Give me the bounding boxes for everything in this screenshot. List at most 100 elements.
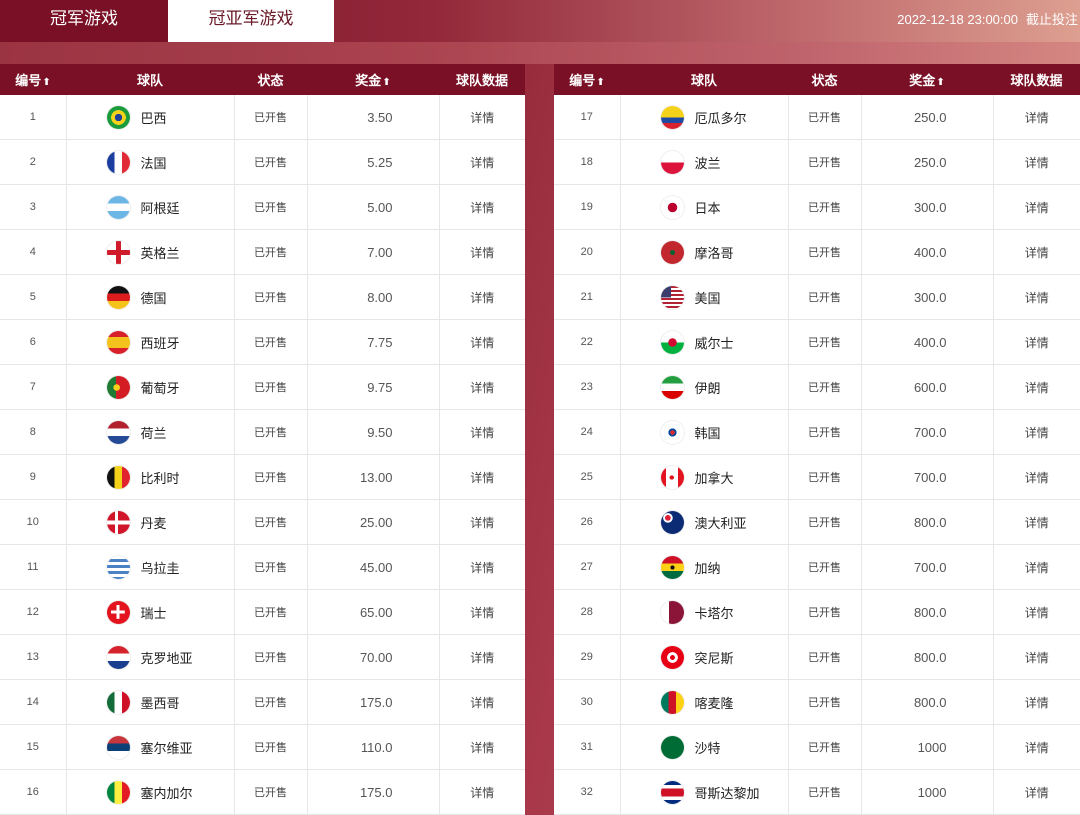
col-prize-header[interactable]: 奖金⬆ <box>307 64 439 95</box>
prize-value: 800.0 <box>861 679 994 725</box>
team-number: 25 <box>554 454 621 500</box>
korea-flag-icon <box>660 420 684 444</box>
team-number: 2 <box>0 139 67 185</box>
spain-flag-icon <box>106 330 130 354</box>
col-num-header[interactable]: 编号⬆ <box>0 64 66 95</box>
team-cell: 英格兰 <box>66 229 235 275</box>
details-link[interactable]: 详情 <box>993 724 1080 770</box>
team-number: 17 <box>554 95 621 140</box>
details-link[interactable]: 详情 <box>993 364 1080 410</box>
details-link[interactable]: 详情 <box>439 544 525 590</box>
team-number: 6 <box>0 319 67 365</box>
sale-status: 已开售 <box>788 229 862 275</box>
tunisia-flag-icon <box>660 645 684 669</box>
details-link[interactable]: 详情 <box>439 319 525 365</box>
prize-value: 13.00 <box>307 454 440 500</box>
details-link[interactable]: 详情 <box>439 184 525 230</box>
details-link[interactable]: 详情 <box>439 769 525 815</box>
details-link[interactable]: 详情 <box>439 454 525 500</box>
details-link[interactable]: 详情 <box>439 95 525 140</box>
team-name: 英格兰 <box>140 245 180 261</box>
sale-status: 已开售 <box>788 724 862 770</box>
details-link[interactable]: 详情 <box>439 499 525 545</box>
team-name: 加拿大 <box>694 470 734 486</box>
qatar-flag-icon <box>660 600 684 624</box>
senegal-flag-icon <box>106 780 130 804</box>
details-link[interactable]: 详情 <box>993 139 1080 185</box>
team-number: 22 <box>554 319 621 365</box>
ghana-flag-icon <box>660 555 684 579</box>
sort-arrow-icon: ⬆ <box>596 77 605 88</box>
details-link[interactable]: 详情 <box>439 274 525 320</box>
prize-value: 300.0 <box>861 274 994 320</box>
team-number: 27 <box>554 544 621 590</box>
prize-value: 700.0 <box>861 544 994 590</box>
sale-status: 已开售 <box>788 364 862 410</box>
sort-arrow-icon: ⬆ <box>382 77 391 88</box>
details-link[interactable]: 详情 <box>993 679 1080 725</box>
sale-status: 已开售 <box>234 274 308 320</box>
header-stripe <box>0 42 1080 64</box>
team-cell: 喀麦隆 <box>620 679 789 725</box>
sale-status: 已开售 <box>788 274 862 320</box>
sale-status: 已开售 <box>788 499 862 545</box>
prize-value: 250.0 <box>861 139 994 185</box>
table-row: 28 卡塔尔 已开售 800.0 详情 <box>554 589 1080 635</box>
details-link[interactable]: 详情 <box>439 139 525 185</box>
prize-value: 800.0 <box>861 634 994 680</box>
team-cell: 瑞士 <box>66 589 235 635</box>
details-link[interactable]: 详情 <box>439 679 525 725</box>
details-link[interactable]: 详情 <box>993 499 1080 545</box>
details-link[interactable]: 详情 <box>439 364 525 410</box>
prize-value: 70.00 <box>307 634 440 680</box>
sale-status: 已开售 <box>234 499 308 545</box>
team-number: 18 <box>554 139 621 185</box>
details-link[interactable]: 详情 <box>439 229 525 275</box>
team-name: 卡塔尔 <box>694 605 734 621</box>
tab-champion-runnerup-game[interactable]: 冠亚军游戏 <box>168 0 334 42</box>
details-link[interactable]: 详情 <box>993 409 1080 455</box>
sale-status: 已开售 <box>234 724 308 770</box>
details-link[interactable]: 详情 <box>439 724 525 770</box>
col-num-header[interactable]: 编号⬆ <box>554 64 620 95</box>
team-cell: 哥斯达黎加 <box>620 769 789 815</box>
table-row: 22 威尔士 已开售 400.0 详情 <box>554 319 1080 365</box>
team-cell: 波兰 <box>620 139 789 185</box>
details-link[interactable]: 详情 <box>993 634 1080 680</box>
sale-status: 已开售 <box>234 364 308 410</box>
details-link[interactable]: 详情 <box>993 95 1080 140</box>
serbia-flag-icon <box>106 735 130 759</box>
col-prize-header[interactable]: 奖金⬆ <box>861 64 993 95</box>
team-name: 瑞士 <box>140 605 167 621</box>
prize-value: 7.00 <box>307 229 440 275</box>
details-link[interactable]: 详情 <box>993 184 1080 230</box>
saudi-flag-icon <box>660 735 684 759</box>
deadline-label: 截止投注 <box>1025 12 1078 27</box>
details-link[interactable]: 详情 <box>993 544 1080 590</box>
table-row: 30 喀麦隆 已开售 800.0 详情 <box>554 679 1080 725</box>
details-link[interactable]: 详情 <box>993 274 1080 320</box>
details-link[interactable]: 详情 <box>439 634 525 680</box>
tab-champion-game[interactable]: 冠军游戏 <box>0 0 168 42</box>
prize-value: 9.75 <box>307 364 440 410</box>
teams-table-left: 编号⬆ 球队 状态 奖金⬆ 球队数据 1 巴西 已开售 3.50 详情 2 法国 已开售 5.2… <box>0 64 525 815</box>
table-row: 21 美国 已开售 300.0 详情 <box>554 274 1080 320</box>
team-number: 1 <box>0 95 67 140</box>
iran-flag-icon <box>660 375 684 399</box>
england-flag-icon <box>106 240 130 264</box>
usa-flag-icon <box>660 285 684 309</box>
prize-value: 1000 <box>861 769 994 815</box>
details-link[interactable]: 详情 <box>993 319 1080 365</box>
team-name: 比利时 <box>140 470 180 486</box>
prize-value: 300.0 <box>861 184 994 230</box>
details-link[interactable]: 详情 <box>439 409 525 455</box>
details-link[interactable]: 详情 <box>993 589 1080 635</box>
prize-value: 25.00 <box>307 499 440 545</box>
details-link[interactable]: 详情 <box>439 589 525 635</box>
details-link[interactable]: 详情 <box>993 229 1080 275</box>
prize-value: 700.0 <box>861 454 994 500</box>
details-link[interactable]: 详情 <box>993 769 1080 815</box>
costa-rica-flag-icon <box>660 780 684 804</box>
details-link[interactable]: 详情 <box>993 454 1080 500</box>
sale-status: 已开售 <box>788 184 862 230</box>
